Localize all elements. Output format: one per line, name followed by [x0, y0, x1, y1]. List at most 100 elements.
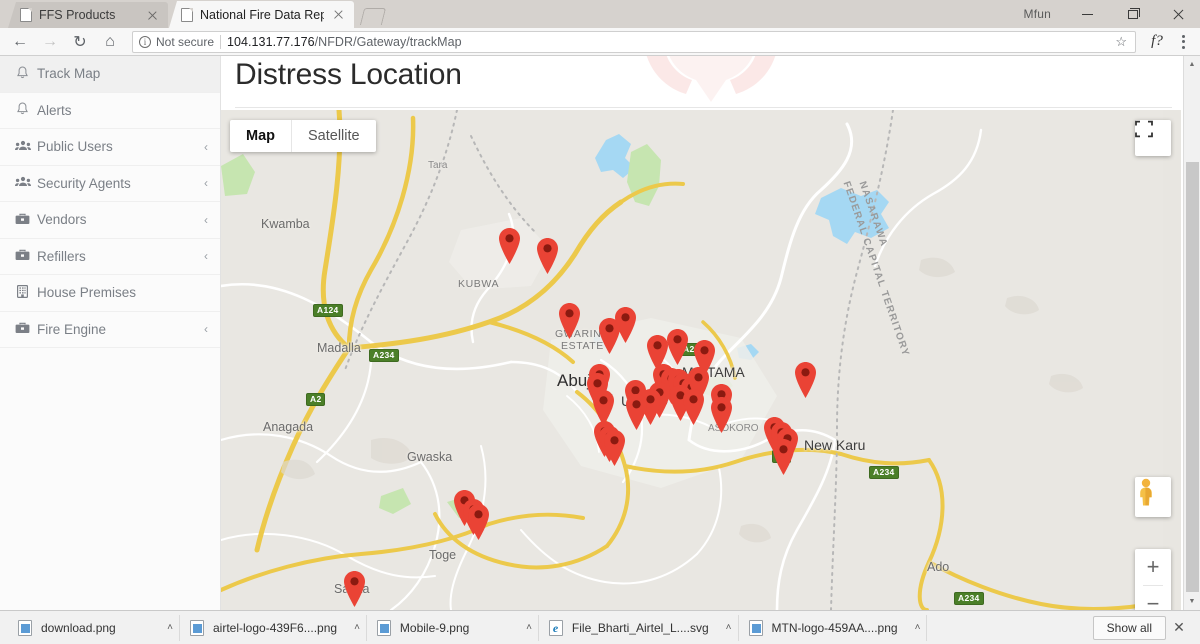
divider	[220, 34, 222, 49]
star-icon[interactable]: ☆	[1115, 34, 1129, 50]
sidebar-item-alerts[interactable]: Alerts	[0, 93, 220, 129]
chevron-up-icon[interactable]: ˄	[718, 622, 732, 633]
profile-name[interactable]: Mfun	[1024, 7, 1051, 21]
info-circle-icon: i	[139, 35, 151, 48]
sidebar-item-vendors[interactable]: Vendors ‹	[0, 202, 220, 239]
sidebar-item-label: House Premises	[37, 285, 137, 301]
forward-arrow-icon[interactable]: →	[36, 29, 64, 55]
map-marker[interactable]	[535, 237, 560, 275]
browser-window: FFS Products National Fire Data Repos Mf…	[0, 0, 1200, 644]
sidebar-item-house-premises[interactable]: House Premises	[0, 275, 220, 312]
zoom-out-button[interactable]: −	[1135, 586, 1171, 611]
map-marker[interactable]	[793, 361, 818, 399]
extension-icon[interactable]: f?	[1144, 33, 1170, 50]
show-all-button[interactable]: Show all	[1092, 615, 1166, 640]
home-icon[interactable]: ⌂	[96, 29, 124, 55]
sidebar-item-label: Alerts	[37, 102, 72, 118]
chevron-left-icon: ‹	[204, 212, 208, 227]
url-path: /NFDR/Gateway/trackMap	[314, 34, 462, 49]
map-marker[interactable]	[557, 302, 582, 340]
zoom-in-button[interactable]: +	[1135, 549, 1171, 585]
image-file-icon	[376, 619, 391, 636]
chevron-up-icon[interactable]: ˄	[907, 622, 921, 633]
browser-tab-1[interactable]: FFS Products	[8, 2, 168, 28]
download-item[interactable]: airtel-logo-439F6....png ˄	[180, 614, 367, 641]
minimize-icon[interactable]	[1065, 0, 1110, 28]
back-arrow-icon[interactable]: ←	[6, 29, 34, 55]
map-marker[interactable]	[342, 570, 367, 608]
tab-title: FFS Products	[39, 8, 116, 22]
map-marker[interactable]	[624, 393, 649, 431]
chevron-up-icon[interactable]: ˄	[518, 622, 532, 633]
new-tab-button[interactable]	[359, 6, 387, 26]
url-text: 104.131.77.176/NFDR/Gateway/trackMap	[227, 35, 462, 49]
street-view-pegman-icon[interactable]	[1135, 477, 1171, 517]
page-scrollbar[interactable]: ▲ ▼	[1183, 56, 1200, 610]
browser-tab-2[interactable]: National Fire Data Repos	[169, 1, 354, 28]
download-file-name: Mobile-9.png	[399, 620, 470, 635]
chevron-left-icon: ‹	[204, 139, 208, 154]
close-icon[interactable]	[1155, 0, 1200, 28]
map-marker[interactable]	[681, 388, 706, 426]
address-bar[interactable]: i Not secure 104.131.77.176/NFDR/Gateway…	[132, 30, 1136, 53]
scroll-up-arrow-icon[interactable]: ▲	[1184, 56, 1200, 73]
sidebar-item-public-users[interactable]: Public Users ‹	[0, 129, 220, 166]
sidebar-item-security-agents[interactable]: Security Agents ‹	[0, 166, 220, 202]
fullscreen-icon[interactable]	[1135, 120, 1171, 156]
sidebar-item-fire-engine[interactable]: Fire Engine ‹	[0, 312, 220, 348]
sidebar-item-label: Track Map	[37, 66, 101, 82]
download-item[interactable]: Mobile-9.png ˄	[367, 614, 539, 641]
road-shield-a124: A124	[313, 304, 343, 317]
maximize-icon[interactable]	[1110, 0, 1155, 28]
chevron-up-icon[interactable]: ˄	[346, 622, 360, 633]
map-marker[interactable]	[466, 503, 491, 541]
download-file-name: download.png	[41, 620, 116, 635]
scrollbar-thumb[interactable]	[1186, 162, 1199, 592]
briefcase-icon	[14, 322, 31, 336]
security-label: Not secure	[156, 34, 215, 49]
map-marker[interactable]	[597, 317, 622, 355]
sidebar-item-label: Public Users	[37, 139, 113, 155]
page-icon	[20, 8, 32, 22]
zoom-control[interactable]: + −	[1135, 549, 1171, 610]
map-marker[interactable]	[602, 429, 627, 467]
close-icon[interactable]	[145, 8, 160, 23]
download-item[interactable]: MTN-logo-459AA....png ˄	[739, 614, 928, 641]
google-map[interactable]: Tara Kwamba KUBWA Madalla Anagada Gwaska GWARI…	[221, 110, 1181, 610]
road-shield-a234: A234	[869, 466, 899, 479]
road-shield-a2: A2	[306, 393, 326, 406]
security-status[interactable]: i Not secure	[139, 35, 214, 49]
tab-strip: FFS Products National Fire Data Repos Mf…	[0, 0, 1200, 28]
map-marker[interactable]	[497, 227, 522, 265]
bell-icon	[14, 66, 31, 82]
map-type-control[interactable]: Map Satellite	[230, 120, 376, 152]
reload-icon[interactable]: ↻	[66, 29, 94, 55]
page-viewport: Track Map Alerts Public Users ‹ Security Age…	[0, 56, 1200, 610]
users-icon	[14, 176, 31, 190]
map-marker[interactable]	[665, 328, 690, 366]
sidebar-item-track-map[interactable]: Track Map	[0, 56, 220, 93]
briefcase-icon	[14, 213, 31, 227]
page-header: Distress Location	[221, 56, 1200, 108]
image-file-icon	[748, 619, 763, 636]
sidebar-item-label: Fire Engine	[37, 321, 107, 337]
chevron-left-icon: ‹	[204, 249, 208, 264]
close-icon[interactable]	[331, 7, 346, 22]
download-file-name: File_Bharti_Airtel_L....svg	[571, 620, 709, 635]
kebab-menu-icon[interactable]	[1172, 34, 1194, 49]
map-type-map-button[interactable]: Map	[230, 120, 292, 152]
main-content: Distress Location Tara Kwamba KUBWA Mada…	[221, 56, 1200, 610]
page-title: Distress Location	[235, 58, 462, 91]
download-file-name: MTN-logo-459AA....png	[771, 620, 898, 635]
map-type-satellite-button[interactable]: Satellite	[292, 120, 376, 152]
sidebar-item-refillers[interactable]: Refillers ‹	[0, 239, 220, 275]
download-item[interactable]: download.png ˄	[8, 614, 180, 641]
chevron-up-icon[interactable]: ˄	[159, 622, 173, 633]
sidebar-item-label: Vendors	[37, 212, 87, 228]
download-item[interactable]: File_Bharti_Airtel_L....svg ˄	[539, 614, 739, 641]
download-bar: download.png ˄ airtel-logo-439F6....png ˄ Mo…	[0, 610, 1200, 644]
map-marker[interactable]	[771, 438, 796, 476]
close-icon[interactable]: ✕	[1166, 619, 1192, 636]
map-marker[interactable]	[709, 396, 734, 434]
scroll-down-arrow-icon[interactable]: ▼	[1184, 593, 1200, 610]
